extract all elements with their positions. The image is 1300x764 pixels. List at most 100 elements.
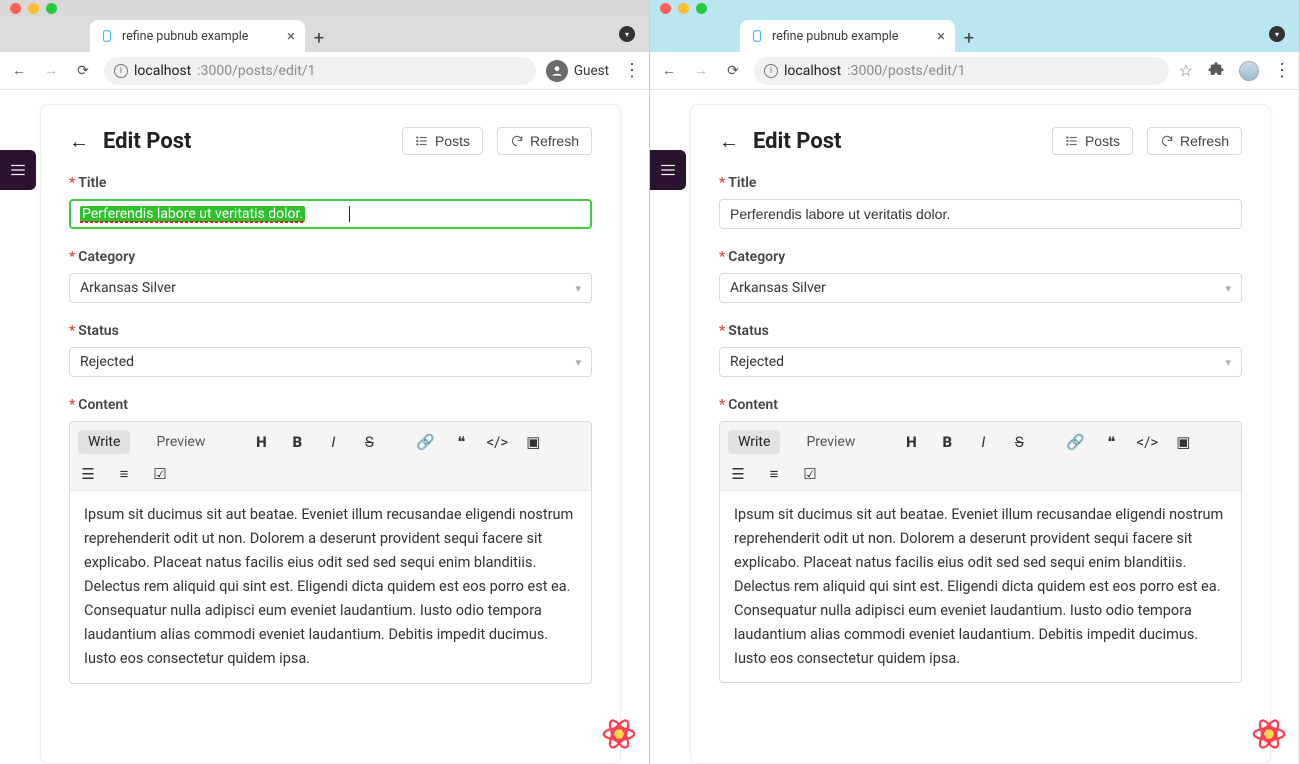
quote-icon[interactable]: ❝ [451,432,471,452]
status-value: Rejected [730,354,784,370]
code-icon[interactable]: </> [1137,432,1157,452]
maximize-window-icon[interactable] [696,3,707,14]
forward-button[interactable]: → [40,62,62,79]
back-arrow-icon[interactable]: ← [719,129,739,154]
image-icon[interactable]: ▣ [523,432,543,452]
field-label-category: *Category [69,249,592,265]
italic-icon[interactable]: I [323,432,343,452]
forward-button[interactable]: → [690,62,712,79]
tab-close-icon[interactable]: × [937,27,945,45]
category-select[interactable]: Arkansas Silver ▾ [719,273,1242,303]
chevron-down-icon: ▾ [1225,356,1231,369]
card-header: ← Edit Post Posts Refresh [719,127,1242,155]
link-icon[interactable]: 🔗 [1065,432,1085,452]
url-bar: ← → ⟳ i localhost:3000/posts/edit/1 Gues… [0,52,649,90]
posts-button-label: Posts [435,133,470,149]
editor-textarea[interactable]: Ipsum sit ducimus sit aut beatae. Evenie… [720,491,1241,682]
strikethrough-icon[interactable]: S [359,432,379,452]
back-button[interactable]: ← [658,62,680,79]
posts-button-label: Posts [1085,133,1120,149]
quote-icon[interactable]: ❝ [1101,432,1121,452]
field-label-content: *Content [719,397,1242,413]
card-header: ← Edit Post Posts Refresh [69,127,592,155]
unordered-list-icon[interactable]: ☰ [78,464,98,484]
react-query-devtools-icon[interactable] [599,714,639,754]
minimize-window-icon[interactable] [28,3,39,14]
reload-button[interactable]: ⟳ [722,63,744,79]
address-bar[interactable]: i localhost:3000/posts/edit/1 [104,57,536,85]
strikethrough-icon[interactable]: S [1009,432,1029,452]
editor-write-tab[interactable]: Write [728,430,780,454]
new-tab-button[interactable]: + [955,24,983,52]
page-title: Edit Post [103,129,388,154]
react-query-devtools-icon[interactable] [1249,714,1289,754]
category-select[interactable]: Arkansas Silver ▾ [69,273,592,303]
editor-preview-tab[interactable]: Preview [146,430,215,454]
sidebar-toggle[interactable] [0,150,36,190]
reload-button[interactable]: ⟳ [72,63,94,79]
field-title: *Title Perferendis labore ut veritatis d… [69,175,592,229]
posts-button[interactable]: Posts [1052,127,1133,155]
posts-button[interactable]: Posts [402,127,483,155]
minimize-window-icon[interactable] [678,3,689,14]
tab-strip: refine pubnub example × + [0,16,649,52]
editor-write-tab[interactable]: Write [78,430,130,454]
maximize-window-icon[interactable] [46,3,57,14]
site-info-icon[interactable]: i [764,64,778,78]
field-label-content: *Content [69,397,592,413]
tabs-overflow-icon[interactable] [619,26,635,42]
field-category: *Category Arkansas Silver ▾ [69,249,592,303]
browser-tab[interactable]: refine pubnub example × [90,20,305,52]
tab-title: refine pubnub example [772,29,898,44]
site-info-icon[interactable]: i [114,64,128,78]
italic-icon[interactable]: I [973,432,993,452]
profile-avatar-icon[interactable] [1239,61,1259,81]
image-icon[interactable]: ▣ [1173,432,1193,452]
url-host: localhost [134,63,191,79]
editor-textarea[interactable]: Ipsum sit ducimus sit aut beatae. Evenie… [70,491,591,682]
sidebar-toggle[interactable] [650,150,686,190]
status-select[interactable]: Rejected ▾ [69,347,592,377]
edit-post-card: ← Edit Post Posts Refresh *Title Perfere… [40,104,621,764]
profile-chip[interactable]: Guest [546,60,609,82]
close-window-icon[interactable] [10,3,21,14]
address-bar[interactable]: i localhost:3000/posts/edit/1 [754,57,1169,85]
page-title: Edit Post [753,129,1038,154]
bold-icon[interactable]: B [937,432,957,452]
checklist-icon[interactable]: ☑ [150,464,170,484]
bookmark-star-icon[interactable]: ☆ [1179,61,1193,80]
browser-tab[interactable]: refine pubnub example × [740,20,955,52]
browser-menu-icon[interactable]: ⋮ [623,60,641,81]
editor-toolbar: Write Preview H B I S 🔗 ❝ </ [70,422,591,491]
bold-icon[interactable]: B [287,432,307,452]
tab-strip: refine pubnub example × + [650,16,1299,52]
browser-menu-icon[interactable]: ⋮ [1273,60,1291,81]
traffic-lights [10,3,57,14]
category-value: Arkansas Silver [730,280,826,296]
code-icon[interactable]: </> [487,432,507,452]
title-input[interactable] [719,199,1242,229]
close-window-icon[interactable] [660,3,671,14]
back-button[interactable]: ← [8,62,30,79]
refresh-button[interactable]: Refresh [497,127,592,155]
tab-favicon-icon [100,29,114,43]
tab-close-icon[interactable]: × [287,27,295,45]
tabs-overflow-icon[interactable] [1269,26,1285,42]
field-label-status: *Status [719,323,1242,339]
checklist-icon[interactable]: ☑ [800,464,820,484]
back-arrow-icon[interactable]: ← [69,129,89,154]
unordered-list-icon[interactable]: ☰ [728,464,748,484]
status-select[interactable]: Rejected ▾ [719,347,1242,377]
title-input[interactable]: Perferendis labore ut veritatis dolor. [69,199,592,229]
editor-preview-tab[interactable]: Preview [796,430,865,454]
refresh-button[interactable]: Refresh [1147,127,1242,155]
heading-icon[interactable]: H [251,432,271,452]
new-tab-button[interactable]: + [305,24,333,52]
link-icon[interactable]: 🔗 [415,432,435,452]
ordered-list-icon[interactable]: ≡ [764,464,784,484]
toolbar-right: Guest ⋮ [546,60,641,82]
heading-icon[interactable]: H [901,432,921,452]
ordered-list-icon[interactable]: ≡ [114,464,134,484]
extensions-icon[interactable] [1207,60,1225,82]
field-content: *Content Write Preview H B I S [69,397,592,683]
